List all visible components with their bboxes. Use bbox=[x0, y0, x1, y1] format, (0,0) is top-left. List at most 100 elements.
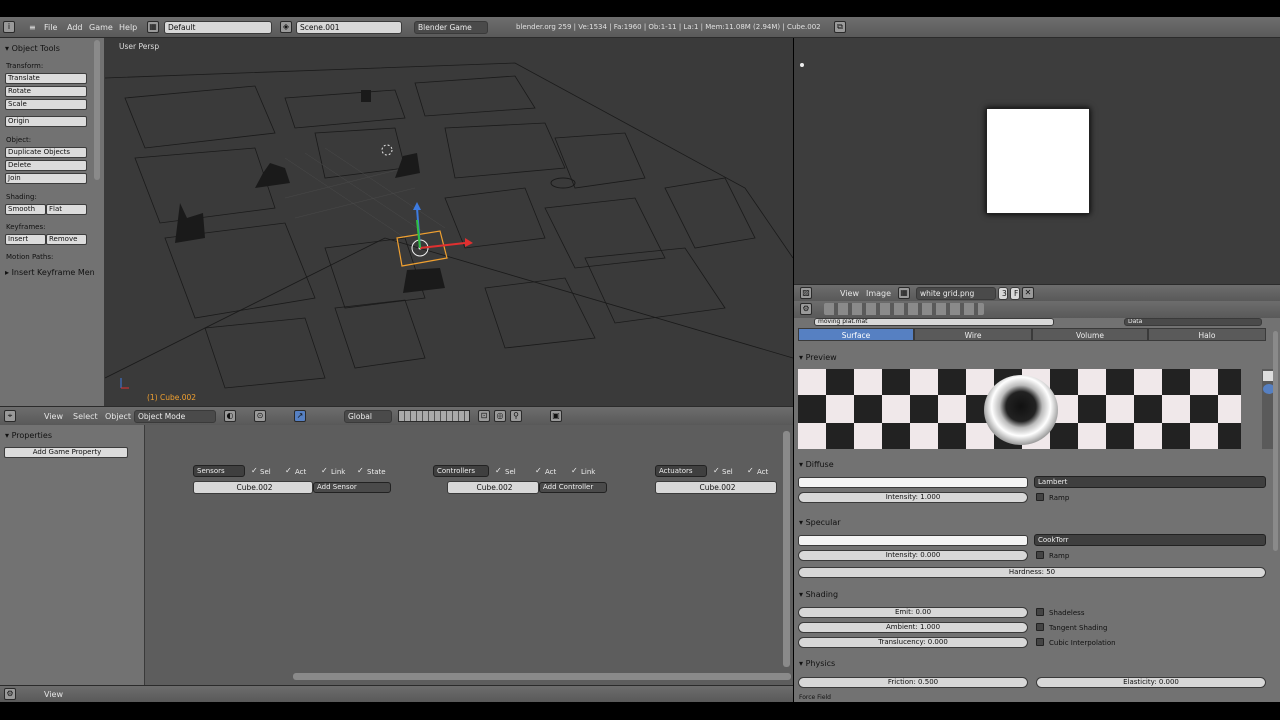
view-menu[interactable]: View bbox=[44, 412, 63, 421]
diffuse-color-field[interactable] bbox=[798, 477, 1028, 488]
tab-volume[interactable]: Volume bbox=[1032, 328, 1148, 341]
editor-type-icon[interactable]: i bbox=[3, 21, 15, 33]
flat-button[interactable]: Flat bbox=[46, 204, 87, 215]
menu-add[interactable]: Add bbox=[67, 23, 83, 32]
specular-panel-title[interactable]: ▾ Specular bbox=[799, 518, 841, 527]
smooth-button[interactable]: Smooth bbox=[5, 204, 46, 215]
render-engine-select[interactable]: Blender Game bbox=[414, 21, 488, 34]
menu-arrow-icon[interactable]: ≡ bbox=[29, 23, 36, 32]
ambient-slider[interactable]: Ambient: 1.000 bbox=[798, 622, 1028, 633]
physics-panel-title[interactable]: ▾ Physics bbox=[799, 659, 835, 668]
3d-editor-icon[interactable]: ⌖ bbox=[4, 410, 16, 422]
join-button[interactable]: Join bbox=[5, 173, 87, 184]
actuators-act-check[interactable]: ✓ bbox=[747, 467, 755, 475]
tab-surface[interactable]: Surface bbox=[798, 328, 914, 341]
specular-ramp-checkbox[interactable] bbox=[1036, 551, 1044, 559]
properties-title[interactable]: ▾ Properties bbox=[5, 431, 52, 440]
diffuse-panel-title[interactable]: ▾ Diffuse bbox=[799, 460, 834, 469]
preview-panel-title[interactable]: ▾ Preview bbox=[799, 353, 837, 362]
menu-game[interactable]: Game bbox=[89, 23, 113, 32]
mode-select[interactable]: Object Mode bbox=[134, 410, 216, 423]
logic-vscrollbar[interactable] bbox=[783, 431, 790, 667]
diffuse-intensity-slider[interactable]: Intensity: 1.000 bbox=[798, 492, 1028, 503]
context-tabs[interactable] bbox=[824, 303, 984, 315]
shading-panel-title[interactable]: ▾ Shading bbox=[799, 590, 838, 599]
scale-button[interactable]: Scale bbox=[5, 99, 87, 110]
manipulator-icon[interactable]: ↗ bbox=[294, 410, 306, 422]
remove-keyframe-button[interactable]: Remove bbox=[46, 234, 87, 245]
specular-color-field[interactable] bbox=[798, 535, 1028, 546]
sensors-sel-check[interactable]: ✓ bbox=[251, 467, 259, 475]
image-editor-icon[interactable]: ▨ bbox=[800, 287, 812, 299]
lock-layers-icon[interactable]: ⊡ bbox=[478, 410, 490, 422]
properties-scrollbar[interactable] bbox=[1273, 331, 1278, 551]
render-icon[interactable]: ▣ bbox=[550, 410, 562, 422]
logic-hscrollbar[interactable] bbox=[293, 673, 791, 680]
controllers-menu[interactable]: Controllers bbox=[433, 465, 489, 477]
object-menu[interactable]: Object bbox=[105, 412, 131, 421]
sensors-link-check[interactable]: ✓ bbox=[321, 467, 329, 475]
select-menu[interactable]: Select bbox=[73, 412, 98, 421]
rotate-button[interactable]: Rotate bbox=[5, 86, 87, 97]
snap-icon[interactable]: ⚲ bbox=[510, 410, 522, 422]
tab-wire[interactable]: Wire bbox=[914, 328, 1032, 341]
controllers-act-check[interactable]: ✓ bbox=[535, 467, 543, 475]
sensors-act-check[interactable]: ✓ bbox=[285, 467, 293, 475]
menu-help[interactable]: Help bbox=[119, 23, 137, 32]
friction-slider[interactable]: Friction: 0.500 bbox=[798, 677, 1028, 688]
layout-selector[interactable]: Default bbox=[164, 21, 272, 34]
add-controller-button[interactable]: Add Controller bbox=[539, 482, 607, 493]
image-name-field[interactable]: white grid.png bbox=[916, 287, 996, 300]
image-menu[interactable]: Image bbox=[866, 289, 891, 298]
delete-button[interactable]: Delete bbox=[5, 160, 87, 171]
hardness-slider[interactable]: Hardness: 50 bbox=[798, 567, 1266, 578]
image-browse-icon[interactable]: ▦ bbox=[898, 287, 910, 299]
insert-keyframe-menu-panel[interactable]: ▸ Insert Keyframe Men bbox=[5, 268, 95, 277]
image-editor[interactable] bbox=[794, 38, 1280, 284]
duplicate-objects-button[interactable]: Duplicate Objects bbox=[5, 147, 87, 158]
specular-intensity-slider[interactable]: Intensity: 0.000 bbox=[798, 550, 1028, 561]
controllers-link-check[interactable]: ✓ bbox=[571, 467, 579, 475]
force-field-panel-title[interactable]: Force Field bbox=[799, 694, 831, 701]
actuators-object-field[interactable]: Cube.002 bbox=[655, 481, 777, 494]
scene-selector[interactable]: Scene.001 bbox=[296, 21, 402, 34]
actuators-menu[interactable]: Actuators bbox=[655, 465, 707, 477]
translate-button[interactable]: Translate bbox=[5, 73, 87, 84]
shading-mode-icon[interactable]: ◐ bbox=[224, 410, 236, 422]
material-data-select[interactable]: Data bbox=[1124, 318, 1262, 326]
specular-shader-select[interactable]: CookTorr bbox=[1034, 534, 1266, 546]
screen-toggle-icon[interactable]: ⧉ bbox=[834, 21, 846, 33]
cubic-interpolation-checkbox[interactable] bbox=[1036, 638, 1044, 646]
shadeless-checkbox[interactable] bbox=[1036, 608, 1044, 616]
origin-button[interactable]: Origin bbox=[5, 116, 87, 127]
emit-slider[interactable]: Emit: 0.00 bbox=[798, 607, 1028, 618]
image-unlink-icon[interactable]: ✕ bbox=[1022, 287, 1034, 299]
properties-editor-icon[interactable]: ⚙ bbox=[800, 303, 812, 315]
diffuse-ramp-checkbox[interactable] bbox=[1036, 493, 1044, 501]
logic-view-menu[interactable]: View bbox=[44, 690, 63, 699]
insert-keyframe-button[interactable]: Insert bbox=[5, 234, 46, 245]
sensors-state-check[interactable]: ✓ bbox=[357, 467, 365, 475]
sensors-menu[interactable]: Sensors bbox=[193, 465, 245, 477]
tangent-shading-checkbox[interactable] bbox=[1036, 623, 1044, 631]
logic-editor-icon[interactable]: ⚙ bbox=[4, 688, 16, 700]
image-view-menu[interactable]: View bbox=[840, 289, 859, 298]
proportional-edit-icon[interactable]: ◎ bbox=[494, 410, 506, 422]
menu-file[interactable]: File bbox=[44, 23, 57, 32]
elasticity-slider[interactable]: Elasticity: 0.000 bbox=[1036, 677, 1266, 688]
sensors-object-field[interactable]: Cube.002 bbox=[193, 481, 313, 494]
object-tools-title[interactable]: ▾ Object Tools bbox=[5, 44, 60, 53]
layer-buttons[interactable] bbox=[398, 410, 470, 422]
diffuse-shader-select[interactable]: Lambert bbox=[1034, 476, 1266, 488]
tab-halo[interactable]: Halo bbox=[1148, 328, 1266, 341]
pivot-icon[interactable]: ⊙ bbox=[254, 410, 266, 422]
controllers-sel-check[interactable]: ✓ bbox=[495, 467, 503, 475]
image-fake-user-button[interactable]: F bbox=[1010, 287, 1020, 300]
add-sensor-button[interactable]: Add Sensor bbox=[313, 482, 391, 493]
orientation-select[interactable]: Global bbox=[344, 410, 392, 423]
3d-viewport[interactable]: User Persp (1) Cube.002 bbox=[105, 38, 793, 406]
layout-icon[interactable]: ▦ bbox=[147, 21, 159, 33]
actuators-sel-check[interactable]: ✓ bbox=[713, 467, 721, 475]
controllers-object-field[interactable]: Cube.002 bbox=[447, 481, 539, 494]
scene-icon[interactable]: ◈ bbox=[280, 21, 292, 33]
